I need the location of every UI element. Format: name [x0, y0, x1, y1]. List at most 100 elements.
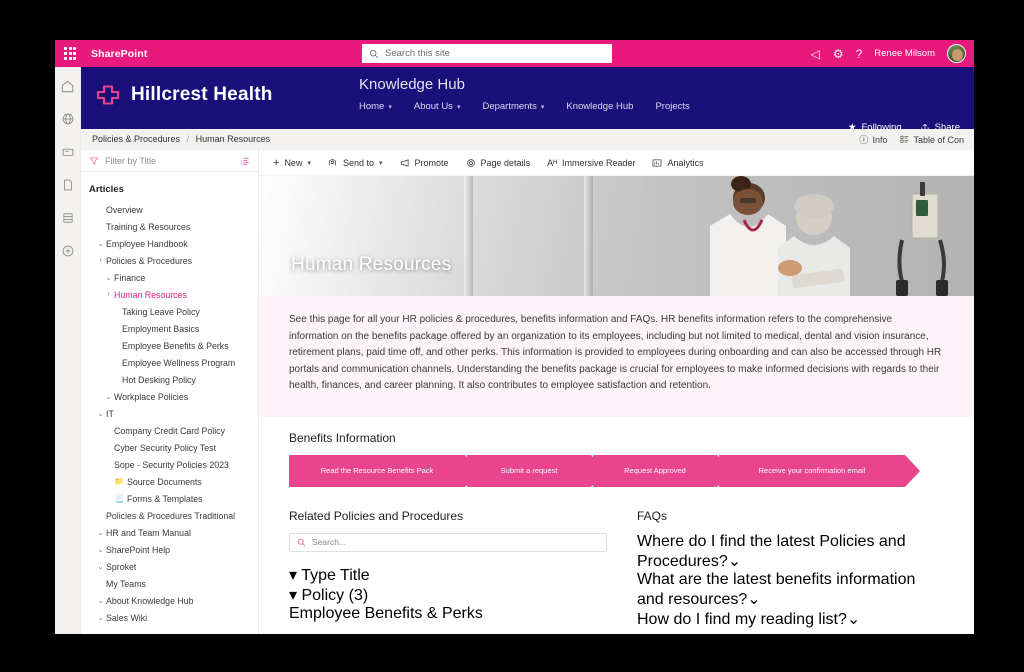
analytics-icon	[653, 159, 662, 166]
nav-tree-item[interactable]: 📁 Source Documents	[81, 473, 258, 490]
page-icon[interactable]	[59, 176, 77, 194]
table-row[interactable]: Employee Benefits & Perks	[289, 605, 607, 623]
browser-screen: SharePoint Search this site ◁ ⚙ ? Renee …	[55, 40, 974, 634]
process-step[interactable]: Read the Resource Benefits Pack	[289, 454, 480, 487]
info-button[interactable]: ⓘ Info	[859, 133, 887, 146]
nav-item-projects[interactable]: Projects	[655, 101, 689, 112]
suite-search-box[interactable]: Search this site	[362, 44, 612, 63]
home-icon[interactable]	[59, 77, 77, 95]
nav-item-departments[interactable]: Departments ▾	[482, 101, 544, 112]
page-details-button[interactable]: Page details	[466, 158, 530, 168]
filter-row[interactable]: Filter by Title	[81, 150, 258, 172]
avatar[interactable]	[947, 44, 966, 63]
breadcrumb-actions: ⓘ Info Table of Con	[859, 133, 964, 146]
settings-gear-icon[interactable]: ⚙	[833, 48, 844, 60]
nav-tree-item[interactable]: Employee Wellness Program	[81, 354, 258, 371]
faq-item[interactable]: What are the latest benefits information…	[637, 571, 944, 609]
column-header-title[interactable]: Title	[340, 567, 370, 584]
chevron-icon[interactable]: ⌄	[95, 614, 106, 622]
nav-tree-item[interactable]: Training & Resources	[81, 218, 258, 235]
feedback-icon[interactable]: ◁	[811, 48, 821, 60]
site-logo-block[interactable]: Hillcrest Health	[94, 81, 273, 109]
new-button[interactable]: + New ▾	[273, 157, 311, 169]
list-view-icon[interactable]	[240, 156, 250, 166]
folder-icon: 📁	[114, 477, 124, 486]
nav-tree-item-label: Taking Leave Policy	[122, 306, 200, 317]
nav-tree-item[interactable]: Cyber Security Policy Test	[81, 439, 258, 456]
chevron-icon[interactable]: ⌄	[95, 597, 106, 605]
chevron-icon[interactable]: ⌄	[95, 546, 106, 554]
nav-tree-item[interactable]: ⌄ HR and Team Manual	[81, 524, 258, 541]
chevron-icon[interactable]: ⌄	[95, 410, 106, 418]
table-of-contents-button[interactable]: Table of Con	[900, 135, 964, 145]
immersive-reader-label: Immersive Reader	[561, 157, 636, 168]
chevron-down-icon[interactable]: ⌄	[747, 591, 760, 608]
breadcrumb-parent[interactable]: Policies & Procedures	[92, 134, 180, 144]
nav-tree-item-label: About Knowledge Hub	[106, 595, 194, 606]
help-question-icon[interactable]: ?	[856, 48, 863, 60]
group-chevron-icon[interactable]: ▾	[289, 587, 297, 604]
nav-tree-item[interactable]: ⌄ Finance	[81, 269, 258, 286]
column-header-type[interactable]: Type	[301, 567, 336, 584]
create-plus-icon[interactable]	[59, 242, 77, 260]
nav-tree-item[interactable]: Employment Basics	[81, 320, 258, 337]
news-icon[interactable]	[59, 143, 77, 161]
nav-tree-item[interactable]: ⌄ About Knowledge Hub	[81, 592, 258, 609]
process-step[interactable]: Receive your confirmation email	[719, 454, 920, 487]
collapse-chevron-icon[interactable]: ▾	[289, 567, 297, 584]
sharepoint-logo-text[interactable]: SharePoint	[91, 48, 147, 60]
nav-tree-item[interactable]: Policies & Procedures Traditional	[81, 507, 258, 524]
chevron-down-icon[interactable]: ⌄	[728, 553, 741, 570]
nav-tree-item[interactable]: My Teams	[81, 575, 258, 592]
chevron-icon[interactable]: ⌄	[103, 393, 114, 401]
nav-panel: Filter by Title Articles Overview Trainin…	[81, 150, 259, 634]
table-group-row[interactable]: ▾ Policy (3)	[289, 585, 607, 605]
chevron-icon[interactable]: ⌄	[103, 274, 114, 282]
nav-item-knowledge-hub[interactable]: Knowledge Hub	[566, 101, 633, 112]
immersive-reader-button[interactable]: Aᴴ Immersive Reader	[547, 158, 635, 168]
nav-tree-item[interactable]: Sope - Security Policies 2023	[81, 456, 258, 473]
group-label: Policy	[301, 586, 345, 604]
promote-button[interactable]: Promote	[400, 158, 449, 168]
faq-item[interactable]: How do I find my reading list?⌄	[637, 609, 944, 629]
document-title-link[interactable]: Employee Benefits & Perks	[289, 605, 483, 622]
nav-tree-item[interactable]: ⌄ Employee Handbook	[81, 235, 258, 252]
nav-tree-item[interactable]: ⌄ SharePoint Help	[81, 541, 258, 558]
chevron-down-icon[interactable]: ⌄	[847, 611, 860, 628]
nav-item-home[interactable]: Home ▾	[359, 101, 392, 112]
process-step[interactable]: Request Approved	[593, 454, 732, 487]
nav-tree-item[interactable]: › Policies & Procedures	[81, 252, 258, 269]
nav-tree-item[interactable]: ⌄ Sproket	[81, 558, 258, 575]
page-details-gear-icon	[466, 158, 475, 167]
chevron-icon[interactable]: ⌄	[95, 563, 106, 571]
nav-tree-item[interactable]: ⌄ Sales Wiki	[81, 609, 258, 626]
nav-tree-item[interactable]: › Human Resources	[81, 286, 258, 303]
app-launcher-waffle-icon[interactable]	[55, 47, 85, 60]
chevron-down-icon: ▾	[456, 103, 461, 111]
chevron-icon[interactable]: ⌄	[95, 240, 106, 248]
faq-question: Where do I find the latest Policies and …	[637, 532, 906, 570]
chevron-icon[interactable]: ›	[103, 291, 114, 298]
globe-icon[interactable]	[59, 110, 77, 128]
nav-tree-item[interactable]: Company Credit Card Policy	[81, 422, 258, 439]
nav-tree-item[interactable]: Taking Leave Policy	[81, 303, 258, 320]
two-column-section: Related Policies and Procedures Search..…	[259, 495, 974, 629]
analytics-button[interactable]: Analytics	[652, 158, 704, 168]
chevron-icon[interactable]: ⌄	[95, 529, 106, 537]
process-step[interactable]: Submit a request	[467, 454, 606, 487]
nav-label: Home	[359, 101, 385, 112]
nav-tree-item[interactable]: 📃 Forms & Templates	[81, 490, 258, 507]
nav-tree-item[interactable]: ⌄ IT	[81, 405, 258, 422]
send-to-button[interactable]: Send to ▾	[328, 158, 383, 168]
related-search-input[interactable]: Search...	[289, 532, 607, 552]
nav-item-about-us[interactable]: About Us ▾	[414, 101, 461, 112]
nav-tree-item[interactable]: ⌄ Workplace Policies	[81, 388, 258, 405]
files-icon[interactable]	[59, 209, 77, 227]
chevron-icon[interactable]: ›	[95, 257, 106, 264]
faq-item[interactable]: Where do I find the latest Policies and …	[637, 533, 944, 571]
nav-tree-item[interactable]: Overview	[81, 201, 258, 218]
nav-tree-item[interactable]: Hot Desking Policy	[81, 371, 258, 388]
nav-tree-item[interactable]: Employee Benefits & Perks	[81, 337, 258, 354]
process-step-arrow	[717, 454, 732, 487]
user-name-label[interactable]: Renee Milsom	[874, 48, 935, 59]
